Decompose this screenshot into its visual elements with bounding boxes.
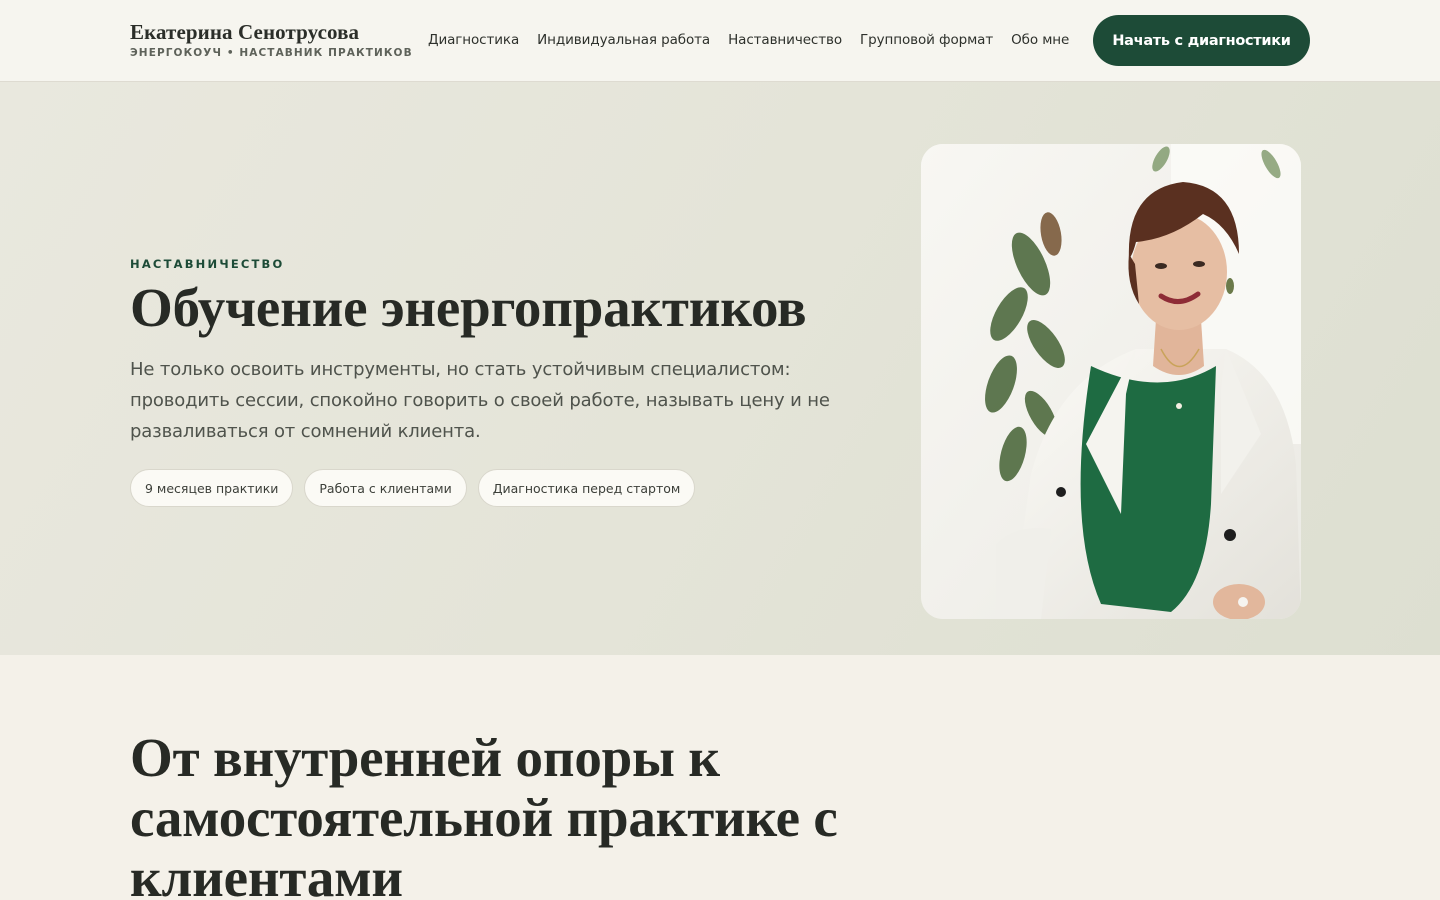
start-diagnostics-button[interactable]: Начать с диагностики [1093, 15, 1310, 66]
hero-title: Обучение энергопрактиков [130, 277, 807, 338]
coach-portrait-photo [921, 144, 1301, 619]
nav-link-about[interactable]: Обо мне [1011, 32, 1069, 48]
nav-link-mentoring[interactable]: Наставничество [728, 32, 842, 48]
nav-link-individual[interactable]: Индивидуальная работа [537, 32, 710, 48]
hero-chips: 9 месяцев практики Работа с клиентами Ди… [130, 469, 706, 507]
hero-description: Не только освоить инструменты, но стать … [130, 359, 830, 442]
portrait-illustration [921, 144, 1301, 619]
chip-diagnostics: Диагностика перед стартом [477, 469, 696, 507]
brand-logo[interactable]: Екатерина Сенотрусова ЭНЕРГОКОУЧ • НАСТА… [130, 20, 413, 59]
hero-eyebrow: НАСТАВНИЧЕСТВО [130, 257, 285, 271]
section-title: От внутренней опоры к самостоятельной пр… [130, 727, 838, 900]
brand-subtitle: ЭНЕРГОКОУЧ • НАСТАВНИК ПРАКТИКОВ [130, 47, 413, 59]
hero-section: НАСТАВНИЧЕСТВО Обучение энергопрактиков … [0, 82, 1440, 655]
nav-link-group[interactable]: Групповой формат [860, 32, 993, 48]
nav-link-diagnostics[interactable]: Диагностика [428, 32, 519, 48]
chip-duration: 9 месяцев практики [130, 469, 294, 507]
brand-name: Екатерина Сенотрусова [130, 20, 360, 44]
main-nav: Диагностика Индивидуальная работа Настав… [428, 32, 1087, 48]
site-header: Екатерина Сенотрусова ЭНЕРГОКОУЧ • НАСТА… [0, 0, 1440, 82]
chip-clients: Работа с клиентами [304, 469, 467, 507]
